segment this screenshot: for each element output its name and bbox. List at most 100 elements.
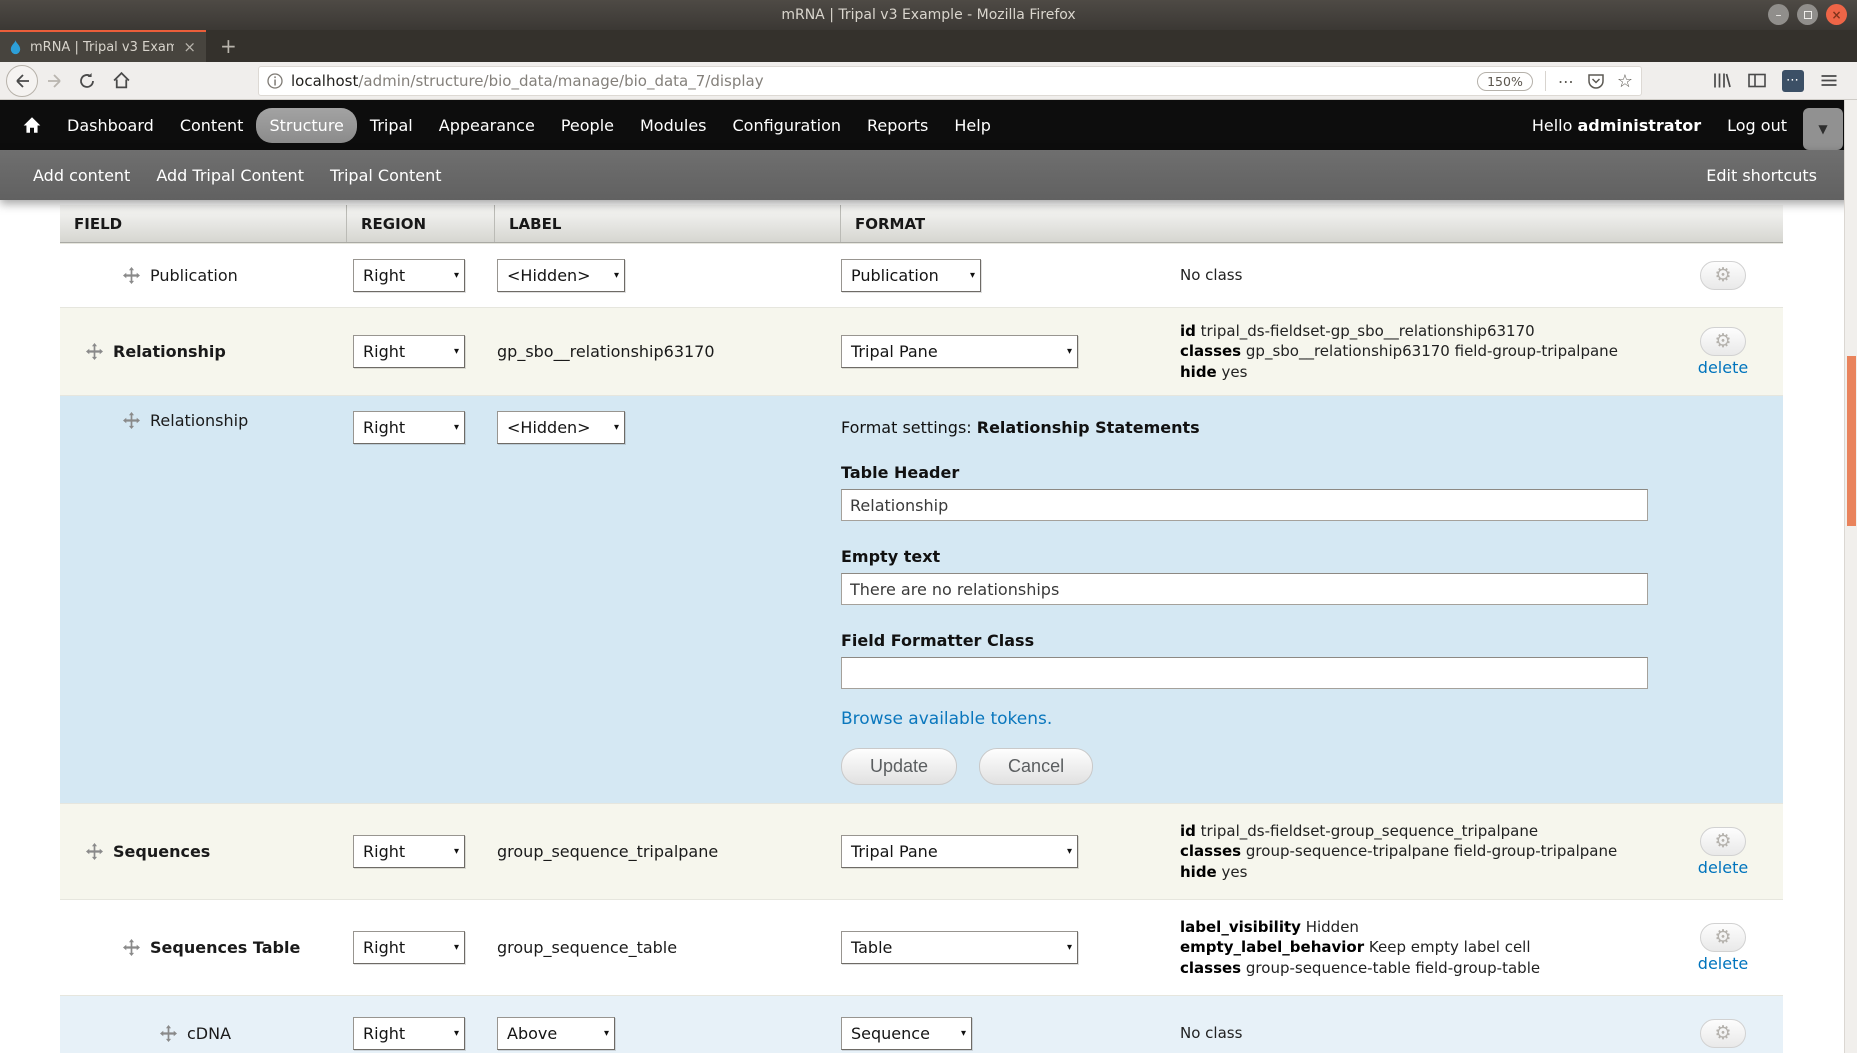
region-select[interactable]: Right▾ — [353, 835, 465, 868]
site-info-icon — [267, 73, 283, 89]
zoom-level-badge[interactable]: 150% — [1477, 72, 1533, 91]
format-settings-button[interactable]: ⚙ — [1700, 1019, 1746, 1048]
new-tab-button[interactable]: + — [206, 30, 251, 62]
format-select[interactable]: Publication▾ — [841, 259, 981, 292]
chevron-down-icon: ▾ — [1061, 942, 1072, 953]
admin-menu-reports[interactable]: Reports — [854, 108, 941, 143]
admin-menu-content[interactable]: Content — [167, 108, 257, 143]
format-settings-button[interactable]: ⚙ — [1700, 827, 1746, 856]
region-select[interactable]: Right▾ — [353, 931, 465, 964]
empty-text-input[interactable] — [841, 573, 1648, 605]
format-select[interactable]: Table▾ — [841, 931, 1078, 964]
close-icon: × — [1831, 9, 1841, 21]
back-button[interactable] — [6, 65, 38, 97]
admin-menu-tripal[interactable]: Tripal — [357, 108, 426, 143]
delete-link[interactable]: delete — [1698, 954, 1748, 973]
caret-down-icon: ▼ — [1818, 122, 1827, 136]
chevron-down-icon: ▾ — [1061, 346, 1072, 357]
url-separator — [1545, 71, 1546, 91]
table-header-row: FIELD REGION LABEL FORMAT — [60, 205, 1783, 243]
toolbar-orientation-toggle[interactable]: ▼ — [1803, 108, 1843, 150]
extension-menu-icon[interactable]: ⋯ — [1782, 70, 1804, 92]
admin-menu-people[interactable]: People — [548, 108, 627, 143]
forward-button[interactable] — [46, 72, 64, 90]
drag-handle-icon[interactable] — [123, 267, 140, 284]
browser-tab[interactable]: mRNA | Tripal v3 Example × — [0, 30, 206, 62]
shortcut-add-content[interactable]: Add content — [33, 166, 130, 185]
drag-handle-icon[interactable] — [86, 343, 103, 360]
region-select[interactable]: Right▾ — [353, 1017, 465, 1050]
column-header-format: FORMAT — [841, 205, 1783, 242]
label-select[interactable]: <Hidden>▾ — [497, 411, 625, 444]
scrollbar-thumb[interactable] — [1847, 356, 1856, 526]
close-window-button[interactable]: × — [1826, 4, 1847, 25]
table-header-input[interactable] — [841, 489, 1648, 521]
admin-menu-modules[interactable]: Modules — [627, 108, 720, 143]
drag-handle-icon[interactable] — [123, 939, 140, 956]
format-select[interactable]: Tripal Pane▾ — [841, 335, 1078, 368]
page-actions-icon[interactable]: ⋯ — [1558, 72, 1575, 91]
reload-icon — [78, 72, 96, 90]
logout-link[interactable]: Log out — [1727, 116, 1787, 135]
drag-handle-icon[interactable] — [123, 412, 140, 429]
region-select[interactable]: Right▾ — [353, 259, 465, 292]
tab-close-icon[interactable]: × — [181, 38, 198, 56]
minimize-button[interactable]: – — [1768, 4, 1789, 25]
delete-link[interactable]: delete — [1698, 858, 1748, 877]
browse-tokens-link[interactable]: Browse available tokens. — [841, 709, 1052, 729]
tab-bar: mRNA | Tripal v3 Example × + — [0, 30, 1857, 62]
field-name: Relationship — [113, 342, 226, 361]
table-row-relationship-group: Relationship Right▾ gp_sbo__relationship… — [60, 307, 1783, 395]
formatter-class-input[interactable] — [841, 657, 1648, 689]
page-scrollbar[interactable] — [1844, 100, 1857, 1053]
window-controls: – × — [1768, 4, 1847, 25]
region-select[interactable]: Right▾ — [353, 335, 465, 368]
table-row-sequences-group: Sequences Right▾ group_sequence_tripalpa… — [60, 803, 1783, 899]
admin-menu-dashboard[interactable]: Dashboard — [54, 108, 167, 143]
url-bar[interactable]: localhost/admin/structure/bio_data/manag… — [258, 66, 1642, 96]
bookmark-star-icon[interactable]: ☆ — [1617, 71, 1633, 92]
edit-shortcuts-link[interactable]: Edit shortcuts — [1706, 166, 1817, 185]
shortcut-tripal-content[interactable]: Tripal Content — [330, 166, 442, 185]
format-settings-button[interactable]: ⚙ — [1700, 327, 1746, 356]
back-icon — [13, 72, 31, 90]
toolbar-right-icons: ⋯ — [1712, 70, 1839, 92]
chevron-down-icon: ▾ — [448, 346, 459, 357]
table-row-cdna: cDNA Right▾ Above▾ Sequence▾ No class ⚙ — [60, 995, 1783, 1053]
format-summary: No class — [1180, 265, 1673, 285]
admin-menu-structure[interactable]: Structure — [256, 108, 356, 143]
drupal-favicon — [8, 40, 23, 55]
delete-link[interactable]: delete — [1698, 358, 1748, 377]
update-button[interactable]: Update — [841, 748, 957, 785]
chevron-down-icon: ▾ — [448, 942, 459, 953]
reload-button[interactable] — [78, 72, 96, 90]
format-settings-button[interactable]: ⚙ — [1700, 261, 1746, 290]
maximize-button[interactable] — [1797, 4, 1818, 25]
machine-name-label: group_sequence_tripalpane — [497, 842, 718, 861]
pocket-icon[interactable] — [1587, 72, 1605, 90]
format-select[interactable]: Tripal Pane▾ — [841, 835, 1078, 868]
admin-menu-appearance[interactable]: Appearance — [426, 108, 548, 143]
browser-toolbar: localhost/admin/structure/bio_data/manag… — [0, 62, 1857, 100]
format-select[interactable]: Sequence▾ — [841, 1017, 972, 1050]
cancel-button[interactable]: Cancel — [979, 748, 1093, 785]
admin-user-area: Hello administrator Log out — [1532, 116, 1787, 135]
shortcut-add-tripal-content[interactable]: Add Tripal Content — [156, 166, 304, 185]
library-icon[interactable] — [1712, 71, 1732, 90]
column-header-field: FIELD — [60, 205, 347, 242]
admin-menu-help[interactable]: Help — [941, 108, 1003, 143]
url-host: localhost — [291, 72, 358, 90]
home-button[interactable] — [112, 71, 131, 90]
label-select[interactable]: <Hidden>▾ — [497, 259, 625, 292]
label-select[interactable]: Above▾ — [497, 1017, 615, 1050]
format-settings-button[interactable]: ⚙ — [1700, 923, 1746, 952]
admin-home-button[interactable] — [22, 115, 42, 135]
hamburger-menu-icon[interactable] — [1819, 71, 1839, 90]
admin-menu-configuration[interactable]: Configuration — [720, 108, 855, 143]
column-header-label: LABEL — [495, 205, 841, 242]
maximize-icon — [1804, 11, 1812, 19]
drag-handle-icon[interactable] — [86, 843, 103, 860]
drag-handle-icon[interactable] — [160, 1025, 177, 1042]
sidebars-icon[interactable] — [1747, 71, 1767, 90]
region-select[interactable]: Right▾ — [353, 411, 465, 444]
